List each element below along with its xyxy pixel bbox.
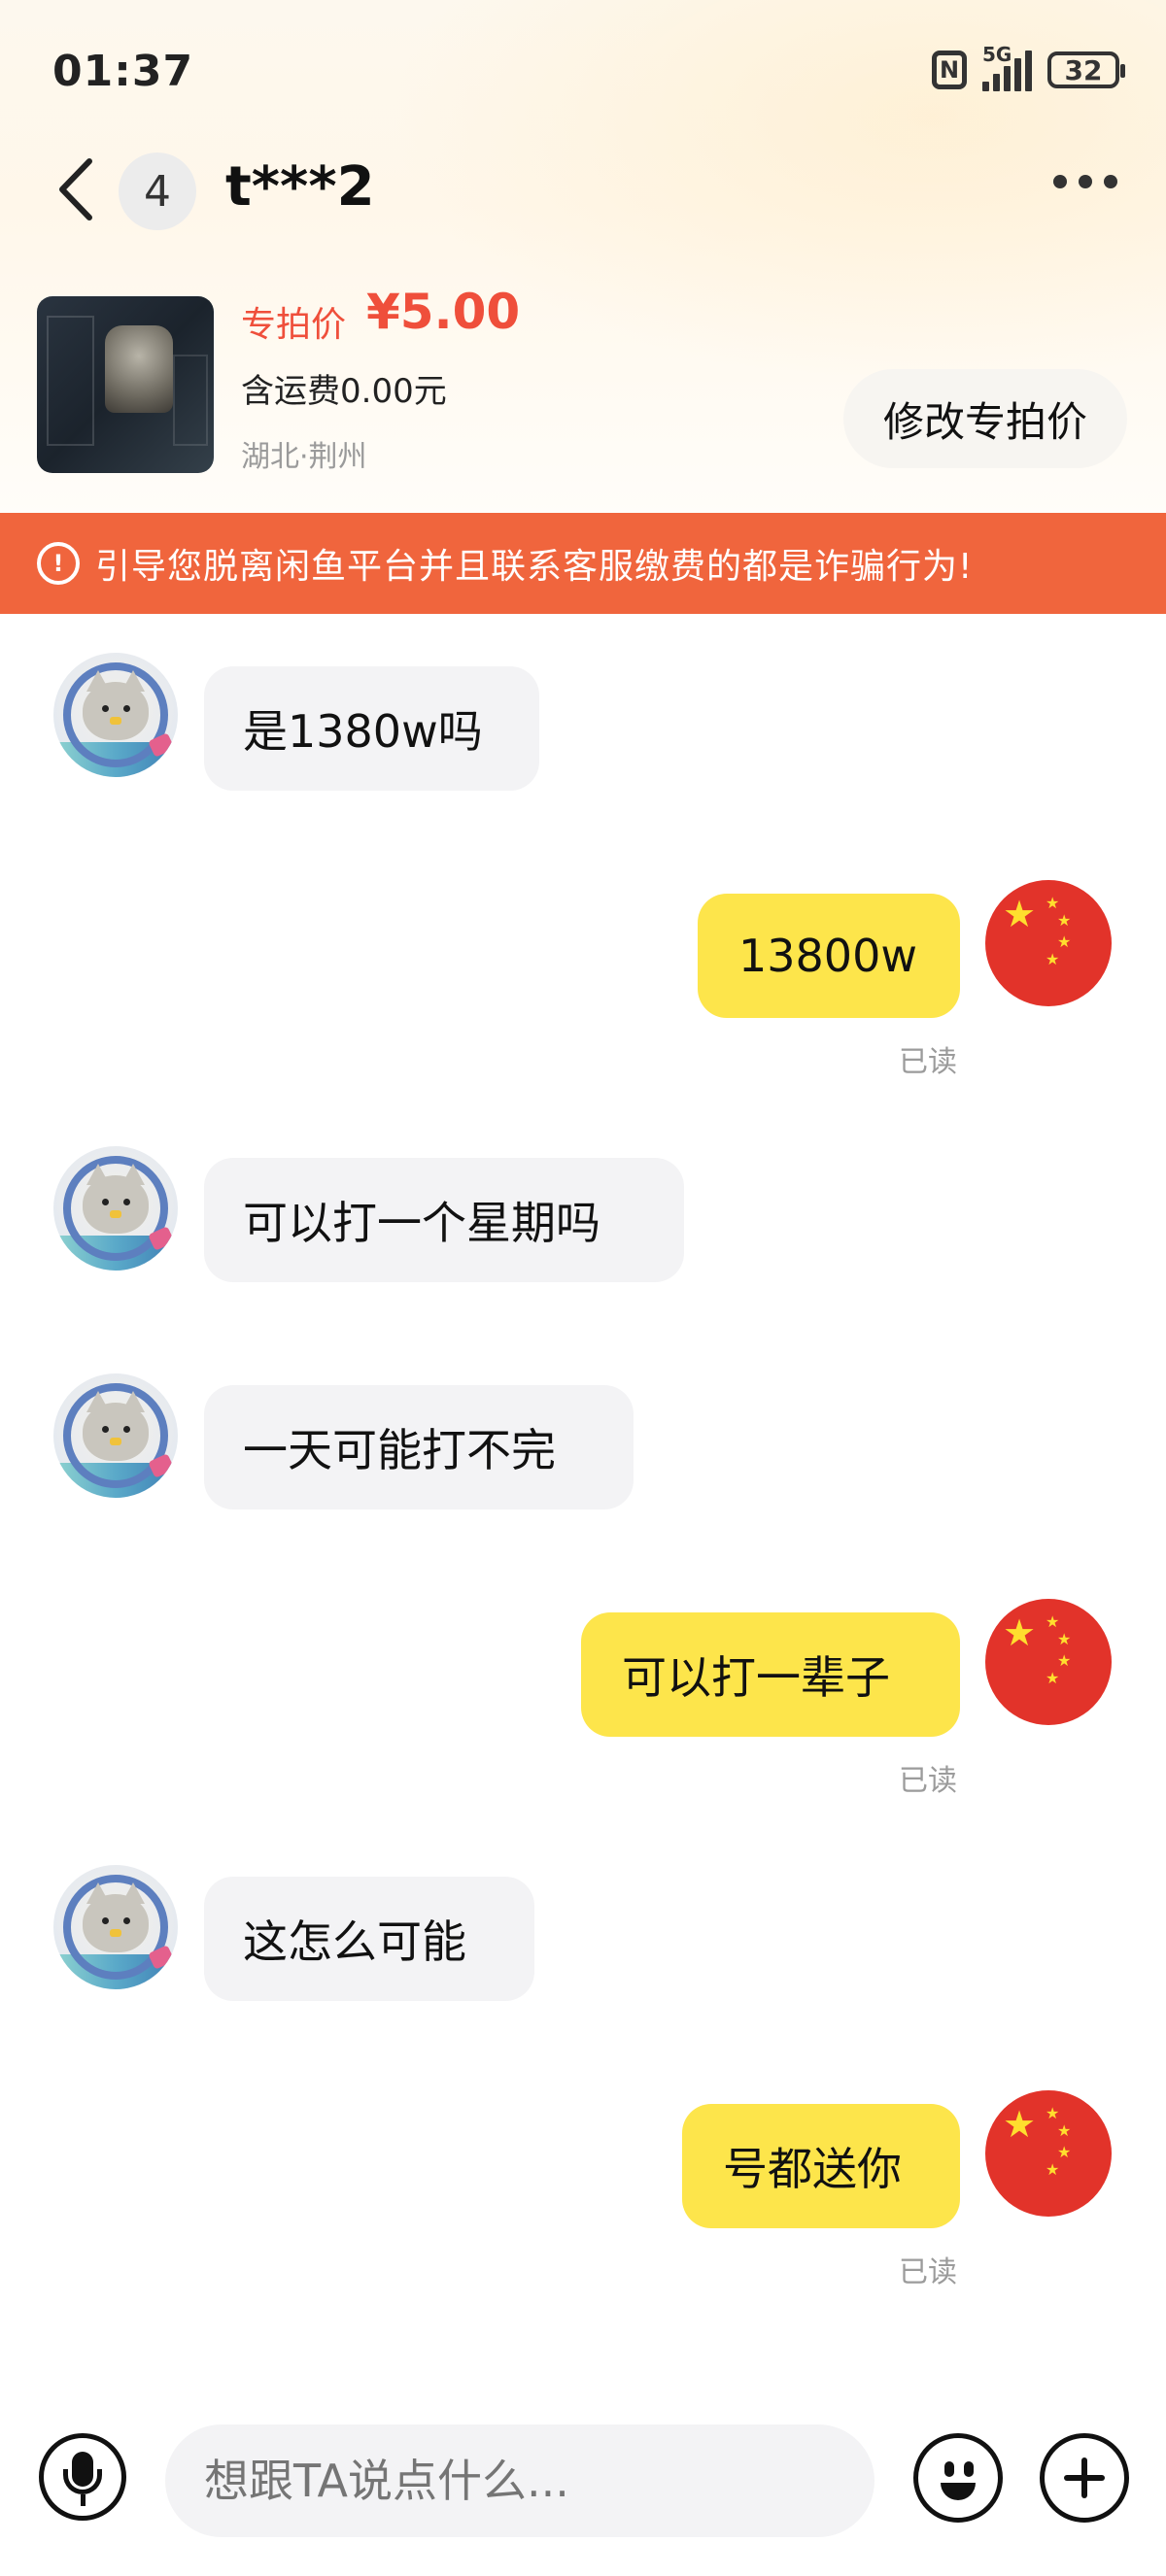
message-bubble-sent[interactable]: 可以打一辈子 [581, 1612, 960, 1737]
unread-count-badge: 4 [119, 153, 196, 230]
status-icons: N 5G 32 [932, 43, 1125, 91]
warning-text: 引导您脱离闲鱼平台并且联系客服缴费的都是诈骗行为! [95, 547, 974, 587]
nfc-icon: N [932, 51, 967, 89]
seller-location: 湖北·荆州 [241, 440, 367, 474]
status-time: 01:37 [52, 47, 194, 96]
emoji-icon[interactable] [913, 2433, 1003, 2523]
message-bubble-received[interactable]: 这怎么可能 [204, 1877, 534, 2001]
product-thumbnail[interactable] [37, 296, 214, 473]
user-avatar[interactable]: ★ ★ ★ ★ ★ [985, 880, 1112, 1006]
edit-price-button[interactable]: 修改专拍价 [843, 369, 1127, 468]
contact-avatar[interactable] [53, 653, 178, 777]
battery-icon: 32 [1047, 51, 1125, 88]
user-avatar[interactable]: ★ ★ ★ ★ ★ [985, 2090, 1112, 2217]
contact-avatar[interactable] [53, 1146, 178, 1271]
message-bubble-sent[interactable]: 号都送你 [682, 2104, 960, 2228]
read-status: 已读 [899, 1764, 957, 1798]
contact-name: t***2 [225, 155, 375, 219]
battery-level: 32 [1064, 53, 1103, 86]
more-options-icon[interactable] [1053, 175, 1117, 188]
read-status: 已读 [899, 1045, 957, 1079]
price-value: ¥5.00 [366, 284, 521, 340]
price-label: 专拍价 [241, 305, 347, 345]
message-input[interactable] [165, 2424, 874, 2537]
warning-icon: ! [37, 542, 80, 585]
shipping-info: 含运费0.00元 [241, 372, 447, 411]
user-avatar[interactable]: ★ ★ ★ ★ ★ [985, 1599, 1112, 1725]
message-bubble-received[interactable]: 是1380w吗 [204, 666, 539, 791]
message-bubble-sent[interactable]: 13800w [698, 894, 960, 1018]
message-bubble-received[interactable]: 可以打一个星期吗 [204, 1158, 684, 1282]
voice-input-icon[interactable] [39, 2433, 126, 2521]
contact-avatar[interactable] [53, 1865, 178, 1989]
scam-warning-banner: ! 引导您脱离闲鱼平台并且联系客服缴费的都是诈骗行为! [0, 513, 1166, 614]
plus-icon[interactable] [1040, 2433, 1129, 2523]
signal-icon: 5G [982, 43, 1032, 91]
message-bubble-received[interactable]: 一天可能打不完 [204, 1385, 634, 1509]
contact-avatar[interactable] [53, 1373, 178, 1498]
network-label: 5G [982, 43, 1012, 66]
read-status: 已读 [899, 2255, 957, 2289]
back-arrow-icon[interactable] [54, 155, 97, 223]
